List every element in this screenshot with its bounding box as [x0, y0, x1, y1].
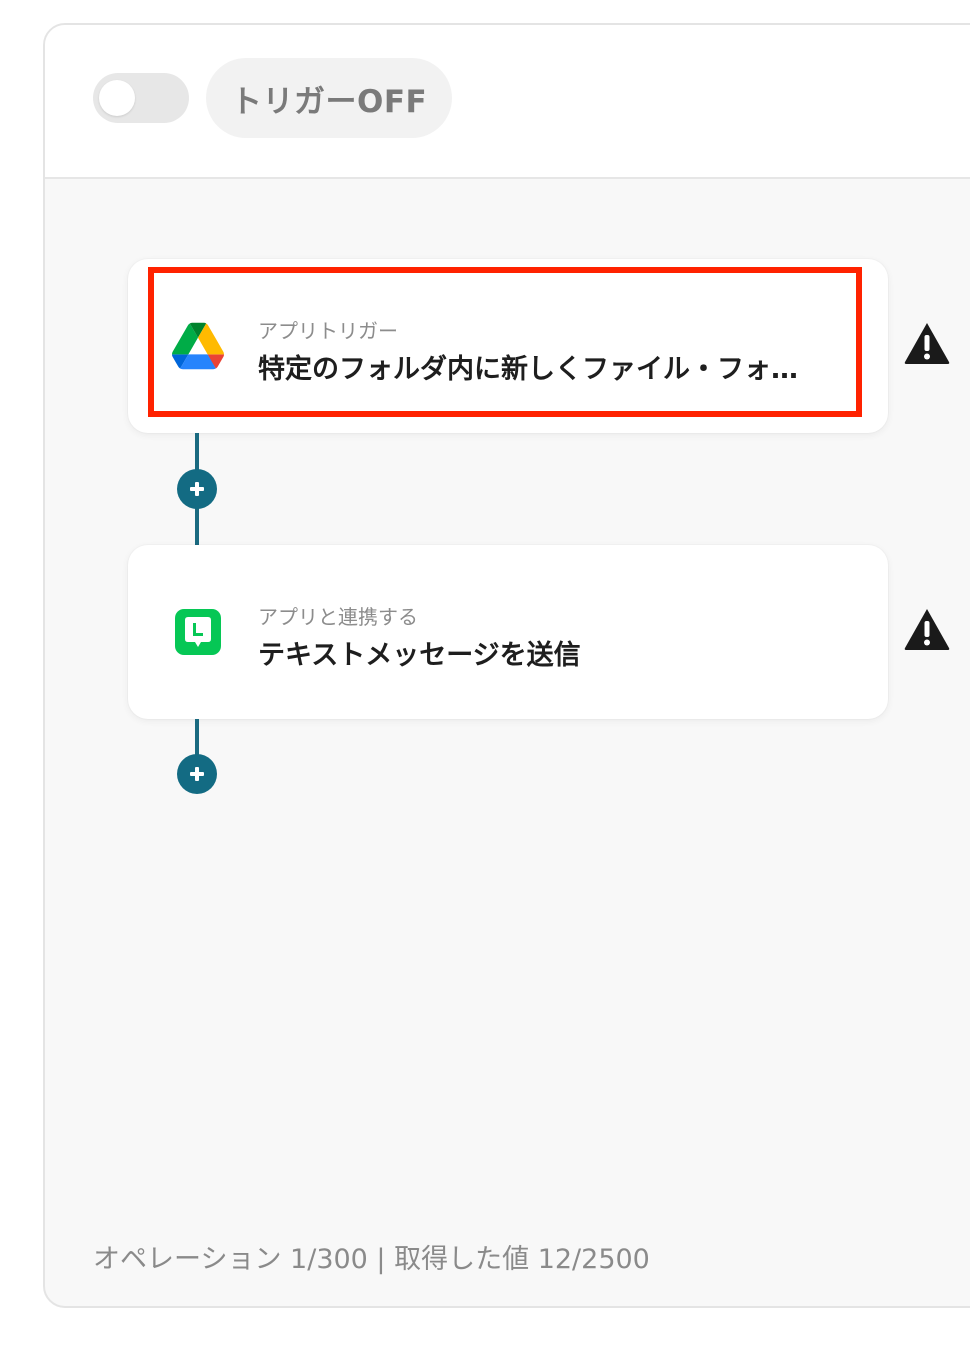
flow-connector — [195, 719, 199, 759]
flow-header: トリガーOFF — [45, 25, 970, 179]
warning-icon[interactable] — [903, 607, 951, 651]
flow-step-action[interactable]: アプリと連携する テキストメッセージを送信 — [128, 545, 888, 719]
trigger-toggle[interactable] — [93, 73, 189, 123]
step-title: 特定のフォルダ内に新しくファイル・フォ… — [258, 354, 798, 385]
step-subtitle: アプリと連携する — [258, 605, 418, 629]
warning-icon[interactable] — [903, 321, 951, 365]
step-subtitle: アプリトリガー — [258, 319, 398, 343]
add-step-button[interactable] — [177, 469, 217, 509]
flow-canvas: アプリトリガー 特定のフォルダ内に新しくファイル・フォ… アプリと連携する テキ… — [45, 179, 970, 1306]
usage-footer: オペレーション 1/300 | 取得した値 12/2500 — [93, 1244, 650, 1275]
google-drive-icon — [172, 322, 224, 370]
highlight-box — [148, 267, 862, 417]
toggle-knob — [99, 80, 135, 116]
add-step-button[interactable] — [177, 754, 217, 794]
flow-editor-panel: トリガーOFF アプリトリガー 特定のフォルダ内に新しくファイル・フォ… アプリ… — [43, 23, 970, 1308]
trigger-status-badge: トリガーOFF — [206, 58, 453, 138]
flow-step-trigger[interactable]: アプリトリガー 特定のフォルダ内に新しくファイル・フォ… — [128, 259, 888, 433]
step-title: テキストメッセージを送信 — [258, 640, 581, 671]
line-icon — [175, 609, 221, 655]
